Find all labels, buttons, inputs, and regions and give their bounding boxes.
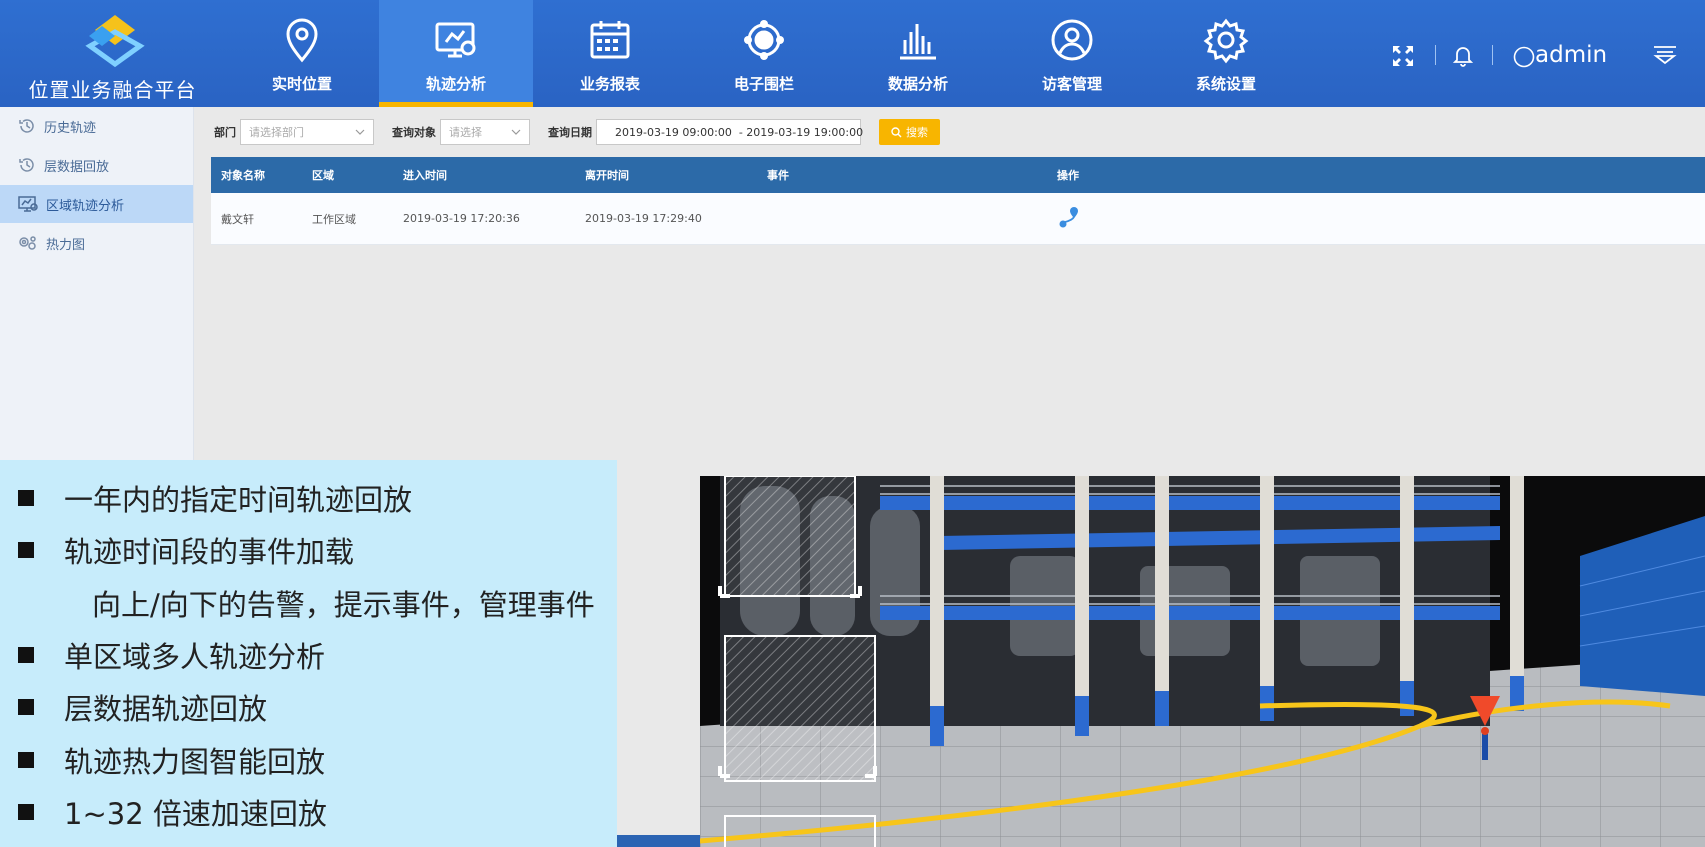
menu-dropdown-icon[interactable]: [1652, 45, 1678, 65]
date-range-input[interactable]: 2019-03-19 09:00:00 - 2019-03-19 19:00:0…: [596, 119, 864, 145]
date-label: 查询日期: [548, 126, 592, 139]
search-icon: [891, 126, 902, 137]
feature-item: 轨迹时间段的事件加载: [18, 529, 354, 571]
sidebar-item-history-track[interactable]: 历史轨迹: [0, 107, 193, 145]
sidebar-item-label: 层数据回放: [44, 159, 110, 175]
track-replay-icon[interactable]: [1057, 205, 1081, 229]
gear-icon: [1203, 18, 1249, 64]
chevron-down-icon: [511, 129, 521, 135]
feature-text: 一年内的指定时间轨迹回放: [64, 483, 413, 517]
avatar-icon[interactable]: [1513, 46, 1535, 68]
object-label: 查询对象: [392, 126, 436, 139]
nav-label: 电子围栏: [733, 75, 794, 93]
bullet-icon: [18, 542, 34, 558]
sidebar-item-label: 历史轨迹: [44, 120, 97, 136]
feature-item: 单区域多人轨迹分析: [18, 634, 325, 676]
bell-icon[interactable]: [1453, 45, 1473, 67]
sidebar-item-label: 热力图: [46, 237, 86, 253]
divider: [1492, 45, 1493, 65]
feature-item: 轨迹热力图智能回放: [18, 739, 325, 781]
nav-visitor-management[interactable]: 访客管理: [995, 0, 1149, 107]
nav-data-analysis[interactable]: 数据分析: [841, 0, 995, 107]
fence-icon: [744, 20, 784, 60]
top-navbar: 位置业务融合平台 实时位置 轨迹分析 业务报表 电子围栏 数据分析 访客管理 系…: [0, 0, 1705, 107]
nav-label: 实时位置: [271, 75, 332, 93]
nav-business-report[interactable]: 业务报表: [533, 0, 687, 107]
column-header: 进入时间: [403, 169, 447, 182]
nav-label: 数据分析: [887, 75, 948, 93]
object-select[interactable]: 请选择: [440, 119, 530, 145]
header-tools: admin: [1365, 0, 1705, 107]
cell-name: 戴文轩: [221, 212, 254, 226]
nav-system-settings[interactable]: 系统设置: [1149, 0, 1303, 107]
nav-electronic-fence[interactable]: 电子围栏: [687, 0, 841, 107]
search-button[interactable]: 搜索: [879, 119, 940, 145]
heatmap-icon: [19, 236, 36, 250]
fullscreen-icon[interactable]: [1392, 45, 1414, 67]
main-nav: 实时位置 轨迹分析 业务报表 电子围栏 数据分析 访客管理 系统设置: [225, 0, 1303, 107]
feature-text: 轨迹热力图智能回放: [64, 745, 326, 779]
nav-label: 系统设置: [1195, 75, 1256, 93]
feature-item: 层数据轨迹回放: [18, 686, 267, 728]
cell-leave-time: 2019-03-19 17:29:40: [585, 212, 702, 225]
divider: [1435, 45, 1436, 65]
monitor-icon: [18, 196, 38, 212]
plant-scene-illustration: [700, 476, 1705, 847]
nav-realtime-location[interactable]: 实时位置: [225, 0, 379, 107]
map-pin-icon: [286, 18, 318, 63]
cell-enter-time: 2019-03-19 17:20:36: [403, 212, 520, 225]
3d-scene-view[interactable]: [700, 476, 1705, 847]
feature-text: 单区域多人轨迹分析: [64, 640, 326, 674]
bullet-icon: [18, 490, 34, 506]
history-icon: [19, 119, 34, 133]
sidebar-item-layer-replay[interactable]: 层数据回放: [0, 146, 193, 184]
sidebar-item-label: 区域轨迹分析: [46, 198, 125, 214]
chevron-down-icon: [355, 129, 365, 135]
bullet-icon: [18, 804, 34, 820]
bullet-icon: [18, 647, 34, 663]
feature-text: 轨迹时间段的事件加载: [64, 535, 355, 569]
feature-list: 一年内的指定时间轨迹回放 轨迹时间段的事件加载 向上/向下的告警，提示事件，管理…: [0, 460, 617, 847]
feature-item: 一年内的指定时间轨迹回放: [18, 477, 412, 519]
feature-item: 1~32 倍速加速回放: [18, 791, 327, 833]
bullet-icon: [18, 699, 34, 715]
feature-sub-item: 向上/向下的告警，提示事件，管理事件: [92, 588, 595, 622]
sidebar-item-area-track-analysis[interactable]: 区域轨迹分析: [0, 185, 193, 223]
column-header: 事件: [767, 169, 789, 182]
nav-label: 访客管理: [1041, 75, 1102, 93]
logo-icon: [85, 15, 145, 68]
nav-track-analysis[interactable]: 轨迹分析: [379, 0, 533, 107]
bar-chart-icon: [900, 24, 936, 60]
table-header: 对象名称 区域 进入时间 离开时间 事件 操作: [211, 157, 1705, 193]
date-value: 2019-03-19 09:00:00 - 2019-03-19 19:00:0…: [615, 125, 864, 139]
object-placeholder: 请选择: [449, 126, 482, 139]
nav-label: 业务报表: [579, 75, 640, 93]
column-header: 区域: [312, 169, 334, 182]
history-icon: [19, 158, 34, 172]
feature-text: 层数据轨迹回放: [64, 692, 268, 726]
username[interactable]: admin: [1535, 42, 1607, 68]
user-icon: [1051, 19, 1093, 61]
cell-area: 工作区域: [312, 212, 356, 226]
brand: 位置业务融合平台: [0, 0, 225, 107]
nav-label: 轨迹分析: [425, 75, 486, 93]
dept-select[interactable]: 请选择部门: [240, 119, 374, 145]
sidebar: 历史轨迹 层数据回放 区域轨迹分析 热力图: [0, 107, 194, 460]
results-table: 对象名称 区域 进入时间 离开时间 事件 操作 戴文轩 工作区域 2019-03…: [211, 157, 1705, 245]
column-header: 离开时间: [585, 169, 629, 182]
sidebar-item-heatmap[interactable]: 热力图: [0, 224, 193, 262]
column-header: 对象名称: [221, 169, 265, 182]
calendar-icon: [590, 21, 630, 59]
table-row: 戴文轩 工作区域 2019-03-19 17:20:36 2019-03-19 …: [211, 193, 1705, 245]
dept-placeholder: 请选择部门: [249, 126, 304, 139]
brand-title: 位置业务融合平台: [28, 78, 197, 102]
column-header: 操作: [1057, 169, 1079, 182]
feature-text: 1~32 倍速加速回放: [64, 797, 327, 831]
dept-label: 部门: [214, 126, 236, 139]
search-label: 搜索: [906, 126, 928, 139]
cell-action: [1047, 205, 1247, 232]
filter-bar: 部门 请选择部门 查询对象 请选择 查询日期 2019-03-19 09:00:…: [214, 118, 940, 146]
monitor-track-icon: [435, 22, 476, 58]
bullet-icon: [18, 752, 34, 768]
